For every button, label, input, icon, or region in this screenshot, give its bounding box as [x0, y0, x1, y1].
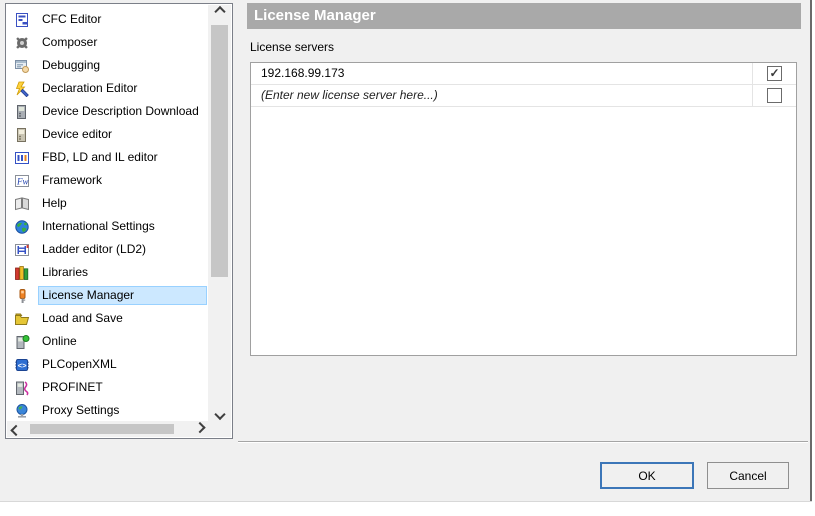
sidebar-item-device-description-download[interactable]: Device Description Download	[7, 100, 208, 123]
sidebar-item-label: CFC Editor	[38, 10, 105, 29]
help-icon	[14, 196, 30, 212]
sidebar-item-help[interactable]: Help	[7, 192, 208, 215]
online-icon	[14, 334, 30, 350]
license-server-checkbox[interactable]: ✓	[767, 88, 782, 103]
sidebar-item-license-manager[interactable]: License Manager	[7, 284, 208, 307]
sidebar-item-label: Ladder editor (LD2)	[38, 240, 150, 259]
license-server-checkbox-cell: ✓	[752, 63, 796, 84]
vertical-scrollbar[interactable]	[208, 5, 231, 421]
sidebar-item-device-editor[interactable]: Device editor	[7, 123, 208, 146]
device-description-download-icon	[14, 104, 30, 120]
license-manager-icon	[14, 288, 30, 304]
sidebar-item-label: Debugging	[38, 56, 104, 75]
sidebar-item-ladder-editor-ld2[interactable]: Ladder editor (LD2)	[7, 238, 208, 261]
sidebar-item-label: PLCopenXML	[38, 355, 121, 374]
svg-text:Fw: Fw	[16, 176, 29, 186]
license-server-cell[interactable]: 192.168.99.173	[251, 63, 752, 84]
composer-icon	[14, 35, 30, 51]
sidebar-item-debugging[interactable]: Debugging	[7, 54, 208, 77]
options-dialog: CFC Editor Composer Debugging Declaration E…	[0, 0, 810, 502]
ladder-editor-icon	[14, 242, 30, 258]
device-editor-icon	[14, 127, 30, 143]
sidebar-item-label: Device Description Download	[38, 102, 203, 121]
sidebar-item-label: PROFINET	[38, 378, 107, 397]
license-server-checkbox[interactable]: ✓	[767, 66, 782, 81]
sidebar-item-load-and-save[interactable]: Load and Save	[7, 307, 208, 330]
sidebar-item-cfc-editor[interactable]: CFC Editor	[7, 8, 208, 31]
scroll-left-button[interactable]	[7, 421, 24, 437]
checkmark-icon: ✓	[769, 66, 779, 80]
license-server-row: 192.168.99.173 ✓	[251, 63, 796, 85]
chevron-down-icon	[214, 409, 225, 420]
scrollbar-corner	[208, 421, 231, 437]
license-servers-label: License servers	[250, 40, 334, 54]
sidebar-item-label: Libraries	[38, 263, 92, 282]
license-server-checkbox-cell: ✓	[752, 85, 796, 106]
scroll-up-button[interactable]	[208, 5, 231, 21]
profinet-icon	[14, 380, 30, 396]
plcopenxml-icon: <>	[14, 357, 30, 373]
load-and-save-icon	[14, 311, 30, 327]
sidebar-item-plcopenxml[interactable]: <> PLCopenXML	[7, 353, 208, 376]
chevron-right-icon	[194, 422, 205, 433]
dialog-right-border	[810, 0, 812, 502]
ok-button[interactable]: OK	[600, 462, 694, 489]
sidebar-item-fbd-ld-and-il-editor[interactable]: FBD, LD and IL editor	[7, 146, 208, 169]
sidebar-item-label: Composer	[38, 33, 101, 52]
sidebar-item-label: License Manager	[38, 286, 207, 305]
sidebar-item-label: FBD, LD and IL editor	[38, 148, 162, 167]
international-settings-icon	[14, 219, 30, 235]
sidebar-item-international-settings[interactable]: International Settings	[7, 215, 208, 238]
chevron-up-icon	[214, 6, 225, 17]
license-server-row: (Enter new license server here...) ✓	[251, 85, 796, 107]
options-dialog-screen: CFC Editor Composer Debugging Declaration E…	[0, 0, 815, 516]
framework-icon: Fw	[14, 173, 30, 189]
scroll-down-button[interactable]	[208, 405, 231, 421]
sidebar-item-framework[interactable]: Fw Framework	[7, 169, 208, 192]
horizontal-scrollbar[interactable]	[7, 421, 208, 437]
license-server-table[interactable]: 192.168.99.173✓(Enter new license server…	[250, 62, 797, 356]
libraries-icon	[14, 265, 30, 281]
sidebar-item-online[interactable]: Online	[7, 330, 208, 353]
page-title: License Manager	[247, 3, 801, 29]
sidebar-item-proxy-settings[interactable]: Proxy Settings	[7, 399, 208, 421]
dialog-bottom-border	[0, 501, 812, 502]
sidebar-item-label: Declaration Editor	[38, 79, 141, 98]
sidebar-item-label: Device editor	[38, 125, 116, 144]
sidebar-item-label: Help	[38, 194, 71, 213]
sidebar-item-label: International Settings	[38, 217, 159, 236]
fbd-editor-icon	[14, 150, 30, 166]
declaration-editor-icon	[14, 81, 30, 97]
category-listbox: CFC Editor Composer Debugging Declaration E…	[5, 3, 233, 439]
license-server-cell[interactable]: (Enter new license server here...)	[251, 85, 752, 106]
sidebar-item-profinet[interactable]: PROFINET	[7, 376, 208, 399]
chevron-left-icon	[10, 425, 21, 436]
cancel-button[interactable]: Cancel	[707, 462, 789, 489]
sidebar-item-label: Proxy Settings	[38, 401, 123, 420]
horizontal-scroll-thumb[interactable]	[30, 424, 174, 434]
vertical-scroll-thumb[interactable]	[211, 25, 228, 277]
sidebar-item-label: Load and Save	[38, 309, 127, 328]
sidebar-item-composer[interactable]: Composer	[7, 31, 208, 54]
debugging-icon	[14, 58, 30, 74]
sidebar-item-declaration-editor[interactable]: Declaration Editor	[7, 77, 208, 100]
sidebar-item-libraries[interactable]: Libraries	[7, 261, 208, 284]
sidebar-item-label: Framework	[38, 171, 106, 190]
proxy-settings-icon	[14, 403, 30, 419]
category-list: CFC Editor Composer Debugging Declaration E…	[7, 5, 208, 421]
separator-line	[238, 441, 808, 443]
svg-text:<>: <>	[18, 361, 27, 370]
scroll-right-button[interactable]	[191, 421, 208, 437]
cfc-editor-icon	[14, 12, 30, 28]
sidebar-item-label: Online	[38, 332, 81, 351]
